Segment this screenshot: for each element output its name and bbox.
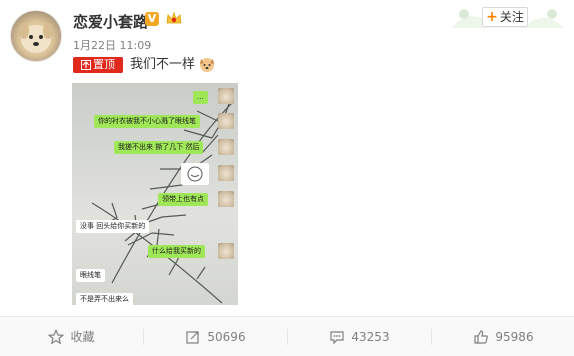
chat-bubble: ... [193, 91, 208, 104]
chat-avatar [218, 88, 234, 104]
comment-icon [330, 330, 345, 344]
comment-count: 43253 [351, 329, 390, 344]
repost-count: 50696 [207, 329, 246, 344]
follow-button[interactable]: + 关注 [482, 7, 528, 27]
chat-bubble: 你的衬衣被我不小心溅了眼线笔 [94, 115, 200, 128]
post-image[interactable]: ... 你的衬衣被我不小心溅了眼线笔 我搓不出来 撕了几下 然后 领带上也有点 … [72, 83, 238, 305]
favorite-button[interactable]: 收藏 [0, 317, 143, 356]
plus-icon: + [486, 9, 498, 25]
pin-icon [81, 60, 91, 70]
post-text: 我们不一样 [130, 57, 196, 72]
action-bar: 收藏 50696 43253 95986 [0, 316, 574, 356]
chat-avatar [218, 165, 234, 181]
username[interactable]: 恋爱小套路 [73, 11, 148, 32]
repost-button[interactable]: 50696 [144, 317, 287, 356]
chat-bubble: 不是弄不出来么 [76, 293, 133, 305]
dog-emoji-icon [200, 58, 214, 72]
chat-bubble: 没事 回头给你买新的 [76, 220, 150, 233]
pinned-badge: 置顶 [73, 57, 123, 73]
chat-avatar [218, 139, 234, 155]
comment-button[interactable]: 43253 [288, 317, 431, 356]
favorite-label: 收藏 [70, 330, 95, 344]
crown-icon [166, 11, 182, 24]
chat-avatar [218, 113, 234, 129]
follow-label: 关注 [499, 10, 524, 24]
verified-badge-icon: V [145, 12, 159, 26]
like-button[interactable]: 95986 [432, 317, 574, 356]
repost-icon [186, 330, 200, 344]
avatar[interactable] [10, 10, 62, 62]
thumbs-up-icon [474, 329, 489, 344]
chat-bubble: 我搓不出来 撕了几下 然后 [114, 141, 204, 154]
like-count: 95986 [495, 329, 534, 344]
chat-sticker [181, 163, 209, 185]
chat-avatar [218, 243, 234, 259]
chat-bubble: 领带上也有点 [158, 193, 208, 206]
chat-bubble: 什么给我买新的 [148, 245, 205, 258]
chat-bubble: 眼线笔 [76, 269, 105, 282]
star-icon [48, 328, 65, 344]
post-time[interactable]: 1月22日 11:09 [73, 37, 151, 53]
chat-avatar [218, 191, 234, 207]
pinned-label: 置顶 [93, 58, 115, 71]
